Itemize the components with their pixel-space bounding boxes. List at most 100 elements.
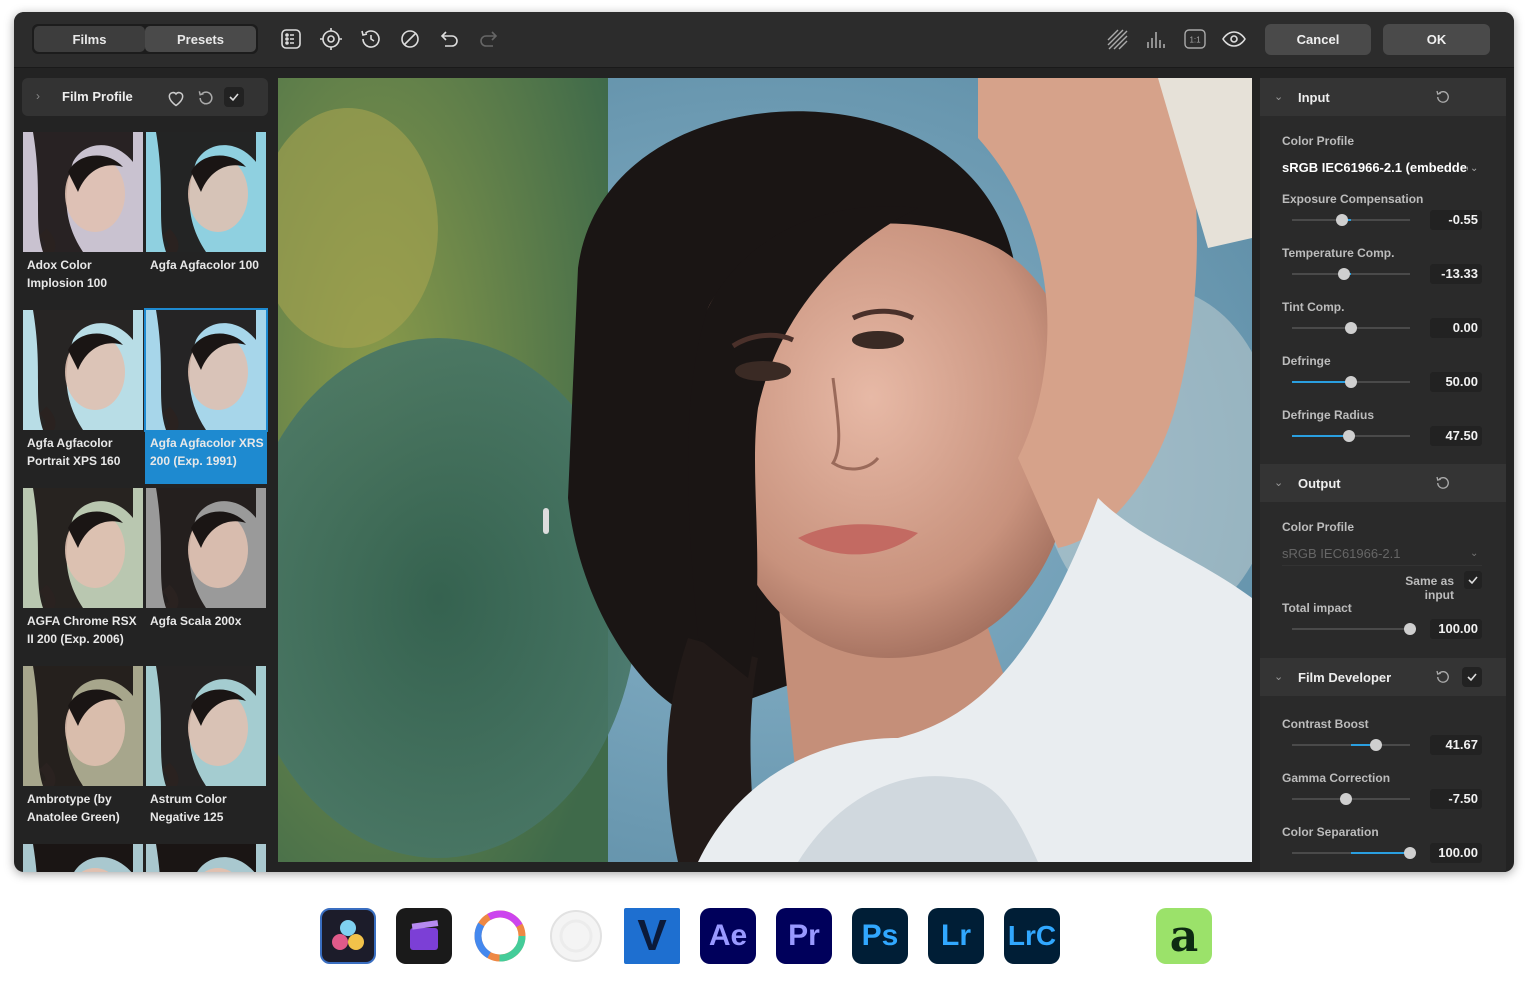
after-effects-icon: Ae [700,908,756,964]
tab-presets[interactable]: Presets [145,26,256,52]
undo-icon[interactable] [436,26,462,52]
chevron-down-icon[interactable]: ⌄ [1274,476,1283,489]
checkmark-icon [1467,673,1477,682]
slider-value-field[interactable]: 41.67 [1430,735,1482,755]
output-color-profile-dropdown[interactable]: sRGB IEC61966-2.1 [1282,546,1482,566]
film-thumbnail[interactable]: Agfa Agfacolor Portrait XPS 160 [22,308,144,484]
film-name-label: Ambrotype (by Anatolee Green) [27,792,120,824]
film-thumbnail[interactable]: AGFA Chrome RSX II 200 (Exp. 2006) [22,486,144,662]
input-section-title: Input [1298,90,1330,105]
redo-icon[interactable] [476,26,502,52]
history-icon[interactable] [358,26,384,52]
same-as-input-checkbox[interactable] [1464,571,1482,589]
adjustment-slider[interactable] [1292,268,1410,280]
film-profile-title: Film Profile [62,89,133,104]
lightroom-classic-icon: LrC [1004,908,1060,964]
chevron-down-icon[interactable]: ⌄ [1470,163,1478,174]
adjustment-slider[interactable] [1292,430,1410,442]
slider-label: Exposure Compensation [1282,192,1424,206]
input-section-header[interactable]: ⌄ Input [1260,78,1506,116]
film-preview-image [23,310,143,430]
film-preview-image [23,488,143,608]
total-impact-slider[interactable] [1292,623,1416,635]
reset-icon[interactable] [1434,668,1452,686]
film-thumbnail[interactable]: Agfa Scala 200x [145,486,267,662]
slider-knob[interactable] [1404,847,1416,859]
chevron-right-icon[interactable]: › [36,89,40,103]
slider-value-field[interactable]: -13.33 [1430,264,1482,284]
output-section-header[interactable]: ⌄ Output [1260,464,1506,502]
tab-films[interactable]: Films [34,26,145,52]
adjustment-slider[interactable] [1292,322,1410,334]
split-view-icon[interactable] [1104,26,1130,52]
slider-label: Contrast Boost [1282,717,1369,731]
film-thumbnail[interactable]: Ambrotype (by Anatolee Green) [22,664,144,840]
input-color-profile-dropdown[interactable]: sRGB IEC61966-2.1 (embedded) [1282,160,1468,180]
app-window: Films Presets 1:1 Cancel OK › Film Profi… [14,12,1514,872]
slider-knob[interactable] [1345,376,1357,388]
film-preview-image [23,132,143,252]
slider-label: Color Separation [1282,825,1379,839]
slider-value-field[interactable]: 50.00 [1430,372,1482,392]
slider-knob[interactable] [1345,322,1357,334]
film-thumbnail[interactable]: Astrum Color Negative 125 [145,664,267,840]
cancel-button[interactable]: Cancel [1265,24,1371,55]
film-profile-header[interactable]: › Film Profile [22,78,268,116]
affinity-icon: a [1156,908,1212,964]
chevron-down-icon[interactable]: ⌄ [1274,90,1283,103]
adjustment-slider[interactable] [1292,739,1410,751]
film-name-label: Agfa Agfacolor XRS 200 (Exp. 1991) [150,436,264,468]
zoom-1to1-icon[interactable]: 1:1 [1182,26,1208,52]
premiere-pro-icon: Pr [776,908,832,964]
film-name-label: Astrum Color Negative 125 [150,792,227,824]
output-color-profile-label: Color Profile [1282,520,1355,534]
slider-knob[interactable] [1340,793,1353,805]
adjustment-slider[interactable] [1292,847,1416,859]
film-developer-enable-checkbox[interactable] [1462,667,1482,687]
preview-eye-icon[interactable] [1221,26,1247,52]
reset-icon[interactable] [1434,474,1452,492]
chevron-down-icon[interactable]: ⌄ [1470,548,1478,559]
film-name-label: Adox Color Implosion 100 [27,258,108,290]
slider-value-field[interactable]: -7.50 [1430,789,1482,809]
film-thumbnail[interactable] [22,842,144,872]
slider-knob[interactable] [1369,739,1382,751]
slider-fill [1292,381,1351,383]
reset-icon[interactable] [196,88,216,108]
slider-knob[interactable] [1342,430,1355,442]
same-as-input-label: Same as input [1405,574,1454,602]
film-developer-section-header[interactable]: ⌄ Film Developer [1260,658,1506,696]
reset-icon[interactable] [1434,88,1452,106]
film-name-label: Agfa Scala 200x [150,614,242,628]
film-thumbnail[interactable]: Agfa Agfacolor XRS 200 (Exp. 1991) [144,308,268,484]
photos-app-icon [548,908,604,964]
slider-label: Temperature Comp. [1282,246,1395,260]
slider-value-field[interactable]: 47.50 [1430,426,1482,446]
svg-text:1:1: 1:1 [1189,36,1201,45]
slider-label: Defringe Radius [1282,408,1375,422]
final-cut-pro-icon [396,908,452,964]
lightroom-icon: Lr [928,908,984,964]
ok-button[interactable]: OK [1383,24,1490,55]
disable-icon[interactable] [397,26,423,52]
film-thumbnail[interactable] [145,842,267,872]
slider-value-field[interactable]: -0.55 [1430,210,1482,230]
total-impact-value[interactable]: 100.00 [1430,619,1482,639]
preview-image[interactable] [278,78,1252,862]
histogram-icon[interactable] [1143,26,1169,52]
favorite-heart-icon[interactable] [166,88,186,108]
compare-icon[interactable] [278,26,304,52]
slider-value-field[interactable]: 0.00 [1430,318,1482,338]
slider-value-field[interactable]: 100.00 [1430,843,1482,863]
slider-knob[interactable] [1404,623,1416,635]
film-thumbnail[interactable]: Agfa Agfacolor 100 [145,130,267,306]
settings-icon[interactable] [318,26,344,52]
enable-checkbox[interactable] [224,87,244,107]
chevron-down-icon[interactable]: ⌄ [1274,670,1283,683]
adjustment-slider[interactable] [1292,793,1410,805]
slider-knob[interactable] [1337,268,1350,280]
slider-knob[interactable] [1335,214,1348,226]
adjustment-slider[interactable] [1292,376,1410,388]
adjustment-slider[interactable] [1292,214,1410,226]
film-thumbnail[interactable]: Adox Color Implosion 100 [22,130,144,306]
